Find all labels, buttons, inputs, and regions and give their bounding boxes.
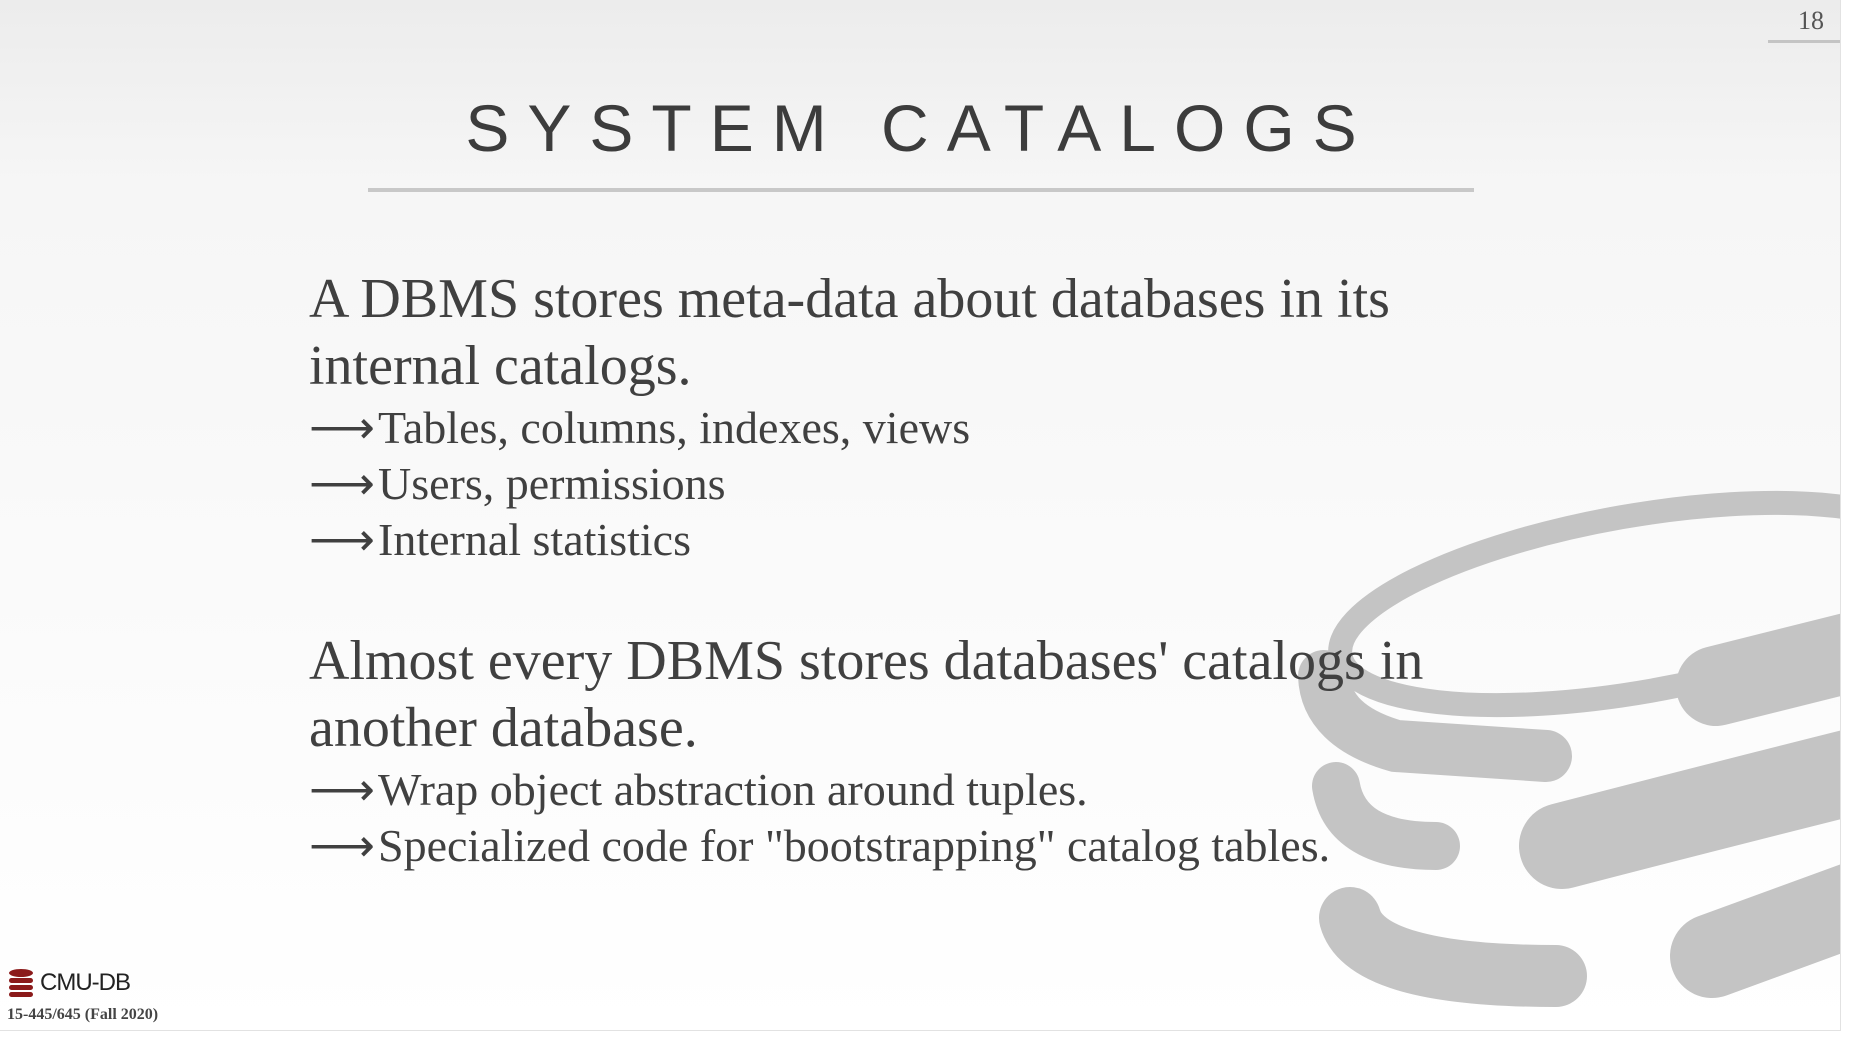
database-icon: [9, 969, 33, 997]
bullet-item: ⟶ Specialized code for "bootstrapping" c…: [309, 818, 1509, 874]
bullet-text: Tables, columns, indexes, views: [378, 402, 971, 453]
slide-title: SYSTEM CATALOGS: [465, 91, 1375, 165]
logo-text: CMU-DB: [40, 969, 131, 996]
slide: 18 SYSTEM CATALOGS A DBMS stores meta-da…: [0, 0, 1840, 1030]
course-label: 15-445/645 (Fall 2020): [7, 1006, 159, 1023]
bullet-item: ⟶ Wrap object abstraction around tuples.: [309, 762, 1509, 818]
arrow-icon: ⟶: [309, 458, 375, 509]
bullet-item: ⟶ Users, permissions: [309, 456, 1509, 512]
bullet-text: Internal statistics: [378, 514, 691, 565]
paragraph-2: Almost every DBMS stores databases' cata…: [309, 630, 1424, 759]
arrow-icon: ⟶: [309, 514, 375, 565]
bullet-text: Users, permissions: [378, 458, 726, 509]
paragraph-1: A DBMS stores meta-data about databases …: [309, 268, 1390, 397]
bullet-text: Specialized code for "bootstrapping" cat…: [378, 820, 1331, 871]
slide-content: A DBMS stores meta-data about databases …: [309, 266, 1509, 874]
arrow-icon: ⟶: [309, 402, 375, 453]
title-divider: [368, 188, 1474, 192]
cmu-db-logo: CMU-DB: [6, 968, 131, 998]
bullet-item: ⟶ Tables, columns, indexes, views: [309, 400, 1509, 456]
bullet-item: ⟶ Internal statistics: [309, 512, 1509, 568]
bullet-text: Wrap object abstraction around tuples.: [378, 764, 1088, 815]
arrow-icon: ⟶: [309, 820, 375, 871]
page-number-rule: [1768, 40, 1840, 43]
page-number: 18: [1798, 6, 1824, 35]
arrow-icon: ⟶: [309, 764, 375, 815]
